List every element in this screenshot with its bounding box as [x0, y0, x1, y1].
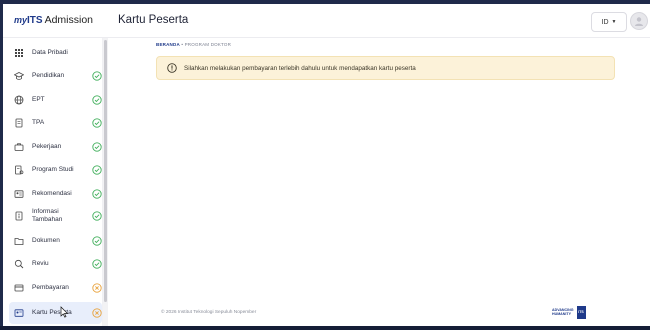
sidebar-item-label: Informasi Tambahan — [32, 208, 63, 223]
sidebar-item-label: Data Pribadi — [32, 49, 68, 56]
brand-logo[interactable]: myITS Admission — [14, 14, 93, 26]
x-circle-icon — [92, 283, 102, 293]
sidebar-item-reviu[interactable]: Reviu — [9, 254, 102, 274]
credit-card-icon — [14, 284, 24, 292]
grid-icon — [15, 49, 23, 57]
file-list-icon — [15, 165, 24, 175]
sidebar-item-label: Pekerjaan — [32, 143, 62, 150]
sidebar-item-kartu-peserta[interactable]: Kartu Peserta — [9, 302, 102, 324]
alert-message: Silahkan melakukan pembayaran terlebih d… — [184, 64, 416, 72]
sidebar-item-label: Pembayaran — [32, 284, 69, 291]
check-circle-icon — [92, 95, 102, 105]
sidebar-item-label: Reviu — [32, 260, 49, 267]
document-icon — [15, 118, 23, 128]
footer-copyright: © 2026 Institut Teknologi Sepuluh Nopemb… — [161, 310, 257, 315]
sidebar-item-pendidikan[interactable]: Pendidikan — [9, 66, 102, 86]
check-circle-icon — [92, 236, 102, 246]
contact-card-icon — [14, 190, 24, 198]
sidebar-item-program-studi[interactable]: Program Studi — [9, 160, 102, 180]
sidebar-item-label: Rekomendasi — [32, 190, 72, 197]
mouse-pointer-icon — [60, 306, 69, 318]
sidebar-item-pembayaran[interactable]: Pembayaran — [9, 278, 102, 298]
magnifier-icon — [14, 259, 24, 269]
warning-circle-icon — [167, 63, 177, 73]
globe-icon — [14, 95, 24, 105]
sidebar-item-informasi-tambahan[interactable]: Informasi Tambahan — [9, 206, 102, 226]
sidebar-item-pekerjaan[interactable]: Pekerjaan — [9, 137, 102, 157]
app-window: myITS Admission Kartu Peserta ID ▼ Data P… — [3, 4, 650, 326]
sidebar-item-ept[interactable]: EPT — [9, 90, 102, 110]
page-title: Kartu Peserta — [118, 14, 189, 26]
sidebar-item-label: EPT — [32, 96, 45, 103]
sidebar-item-label: Dokumen — [32, 237, 60, 244]
footer-logo-line2: HUMANITY — [552, 312, 571, 316]
id-card-icon — [14, 309, 24, 317]
sidebar: Data Pribadi Pendidikan EPT TPA Pekerjaan Pro… — [3, 38, 103, 326]
language-label: ID — [601, 18, 609, 26]
check-circle-icon — [92, 71, 102, 81]
breadcrumb-home[interactable]: BERANDA — [156, 42, 180, 47]
breadcrumb: BERANDA • PROGRAM DOKTOR — [156, 42, 231, 47]
brand-its: ITS — [27, 15, 43, 26]
its-footer-logo: ADVANCING HUMANITY ITS — [552, 304, 604, 320]
check-circle-icon — [92, 165, 102, 175]
check-circle-icon — [92, 118, 102, 128]
info-document-icon — [15, 211, 23, 221]
sidebar-item-tpa[interactable]: TPA — [9, 113, 102, 133]
top-bar: myITS Admission Kartu Peserta ID ▼ — [3, 4, 650, 38]
check-circle-icon — [92, 211, 102, 221]
breadcrumb-current: PROGRAM DOKTOR — [184, 42, 232, 47]
folder-icon — [14, 238, 24, 245]
chevron-down-icon: ▼ — [611, 19, 617, 25]
payment-warning-alert: Silahkan melakukan pembayaran terlebih d… — [156, 56, 615, 80]
sidebar-item-label: Pendidikan — [32, 72, 65, 79]
screen-bottom-edge — [0, 326, 650, 330]
check-circle-icon — [92, 259, 102, 269]
check-circle-icon — [92, 189, 102, 199]
graduation-cap-icon — [14, 72, 24, 80]
x-circle-icon — [92, 308, 102, 318]
check-circle-icon — [92, 142, 102, 152]
sidebar-item-data-pribadi[interactable]: Data Pribadi — [9, 43, 102, 63]
briefcase-icon — [14, 143, 24, 151]
user-icon — [635, 17, 643, 26]
sidebar-scroll-thumb[interactable] — [104, 40, 107, 302]
sidebar-item-dokumen[interactable]: Dokumen — [9, 231, 102, 251]
brand-my: my — [14, 15, 28, 25]
sidebar-item-label: TPA — [32, 119, 45, 126]
avatar[interactable] — [630, 12, 648, 30]
brand-product: Admission — [44, 14, 94, 26]
sidebar-item-rekomendasi[interactable]: Rekomendasi — [9, 184, 102, 204]
main-content: BERANDA • PROGRAM DOKTOR Silahkan melaku… — [109, 38, 650, 326]
language-dropdown[interactable]: ID ▼ — [591, 12, 627, 32]
its-mark: ITS — [576, 305, 586, 319]
sidebar-item-label: Program Studi — [32, 166, 74, 173]
